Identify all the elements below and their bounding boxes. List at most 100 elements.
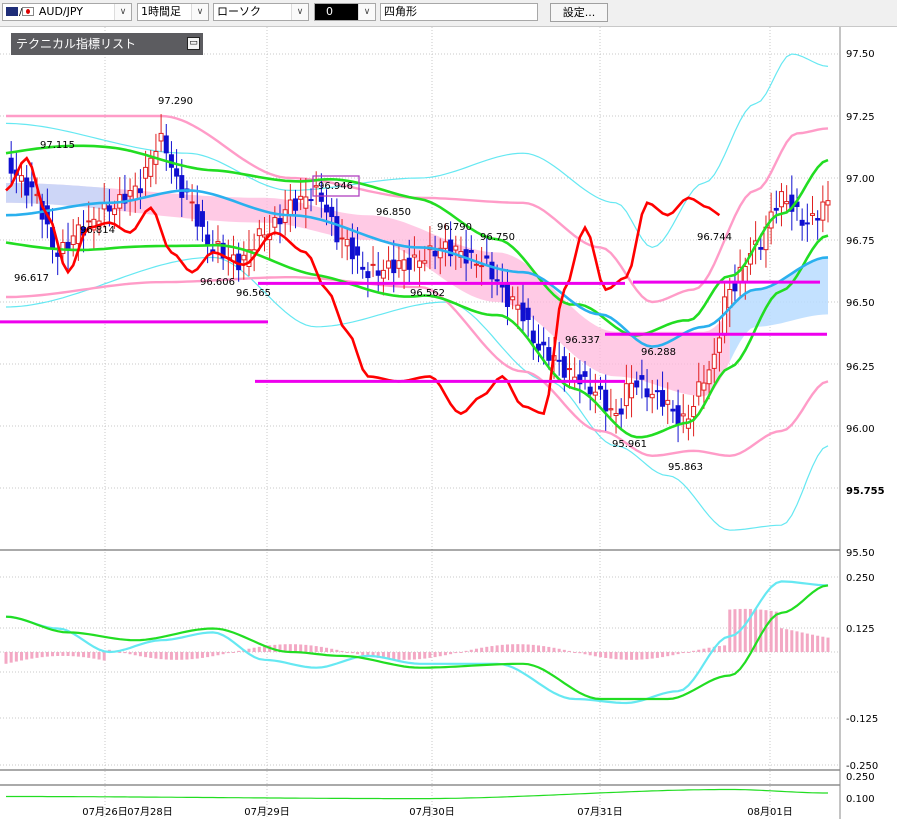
macd-bar: [614, 652, 618, 660]
price-chart[interactable]: 97.115 97.290 96.617 96.814 96.60696.565 96.9…: [0, 27, 897, 819]
macd-bar: [707, 647, 711, 652]
macd-axis-label: 0.125: [846, 624, 875, 635]
macd-bar: [9, 652, 13, 663]
price-axis-label: 96.75: [846, 236, 875, 247]
candle-body: [386, 260, 392, 269]
candle-body: [189, 201, 195, 204]
candle-body: [758, 247, 764, 250]
macd-bar: [573, 652, 577, 653]
macd-axis-label: -0.125: [846, 714, 878, 725]
settings-button[interactable]: 設定...: [550, 3, 608, 22]
macd-bar: [692, 650, 696, 652]
macd-bar: [237, 650, 241, 652]
chevron-down-icon[interactable]: ∨: [114, 4, 131, 20]
toolbar: / AUD/JPY ∨ 1時間足 ∨ ローソク ∨ 0 ∨ 四角形 設定...: [0, 0, 897, 27]
macd-bar: [655, 652, 659, 658]
candle-body: [380, 269, 386, 279]
macd-bar: [206, 652, 210, 658]
macd-bar: [418, 652, 422, 660]
macd-bar: [356, 652, 360, 655]
macd-bar: [743, 608, 747, 652]
macd-bar: [666, 652, 670, 657]
macd-bar: [118, 652, 122, 653]
candle-body: [86, 220, 92, 223]
candle-body: [473, 263, 479, 266]
macd-bar: [325, 647, 329, 652]
macd-bar: [133, 652, 137, 656]
macd-bar: [438, 652, 442, 657]
macd-bar: [402, 652, 406, 660]
candle-body: [623, 383, 629, 407]
macd-bar: [14, 652, 18, 662]
candle-body: [773, 207, 779, 211]
macd-bar: [190, 652, 194, 660]
macd-bar: [495, 645, 499, 652]
macd-bar: [536, 645, 540, 652]
macd-bar: [588, 652, 592, 656]
macd-bar: [56, 652, 60, 656]
candle-body: [365, 271, 371, 279]
candle-body: [525, 307, 531, 320]
candle-body: [205, 234, 211, 245]
macd-bar: [340, 650, 344, 652]
macd-bar: [76, 652, 80, 657]
candle-body: [711, 353, 717, 369]
macd-bar: [231, 651, 235, 653]
price-label: 96.850: [376, 207, 411, 218]
macd-bar: [469, 649, 473, 652]
chevron-down-icon[interactable]: ∨: [291, 4, 308, 20]
macd-bar: [164, 652, 168, 660]
chevron-down-icon[interactable]: ∨: [358, 4, 375, 20]
macd-bar: [221, 652, 225, 655]
candle-body: [396, 260, 402, 269]
macd-bar: [785, 629, 789, 652]
macd-bar: [216, 652, 220, 656]
macd-bar: [645, 652, 649, 660]
macd-bar: [816, 635, 820, 652]
price-label: 96.337: [565, 335, 600, 346]
date-label: 07月29日: [244, 806, 289, 818]
macd-bar: [138, 652, 142, 657]
japan-flag-icon: [22, 7, 35, 16]
candle-body: [360, 266, 366, 270]
candle-body: [215, 241, 221, 244]
candle-body: [339, 237, 345, 240]
color-select[interactable]: 0 ∨: [314, 3, 376, 21]
macd-bar: [454, 652, 458, 654]
shape-field[interactable]: 四角形: [380, 3, 538, 21]
candle-body: [629, 382, 635, 399]
candle-body: [60, 241, 66, 255]
timeframe-select[interactable]: 1時間足 ∨: [137, 3, 209, 21]
candle-body: [401, 259, 407, 271]
date-label: 07月28日: [127, 806, 172, 818]
macd-bar: [407, 652, 411, 660]
timeframe-value: 1時間足: [141, 5, 181, 18]
candle-body: [820, 201, 826, 221]
technical-indicator-list[interactable]: テクニカル指標リスト ▭: [11, 33, 203, 55]
candle-body: [318, 192, 324, 202]
macd-bar: [319, 646, 323, 652]
candle-body: [639, 375, 645, 380]
macd-bar: [330, 648, 334, 652]
candle-body: [680, 413, 686, 417]
macd-bar: [154, 652, 158, 659]
chart-type-select[interactable]: ローソク ∨: [213, 3, 309, 21]
macd-bar: [66, 652, 70, 657]
macd-bar: [412, 652, 416, 660]
macd-bar: [30, 652, 34, 659]
macd-bar: [686, 651, 690, 653]
macd-bar: [485, 646, 489, 652]
macd-bar: [609, 652, 613, 659]
currency-pair-select[interactable]: / AUD/JPY ∨: [2, 3, 132, 21]
candle-body: [556, 359, 562, 362]
candle-body: [29, 181, 35, 188]
macd-bar: [723, 645, 727, 652]
collapse-icon[interactable]: ▭: [187, 37, 200, 50]
macd-bar: [159, 652, 163, 660]
chevron-down-icon[interactable]: ∨: [191, 4, 208, 20]
macd-bar: [505, 644, 509, 652]
candle-body: [654, 390, 660, 393]
macd-bar: [211, 652, 215, 657]
candle-body: [298, 195, 304, 200]
candle-body: [344, 238, 350, 247]
